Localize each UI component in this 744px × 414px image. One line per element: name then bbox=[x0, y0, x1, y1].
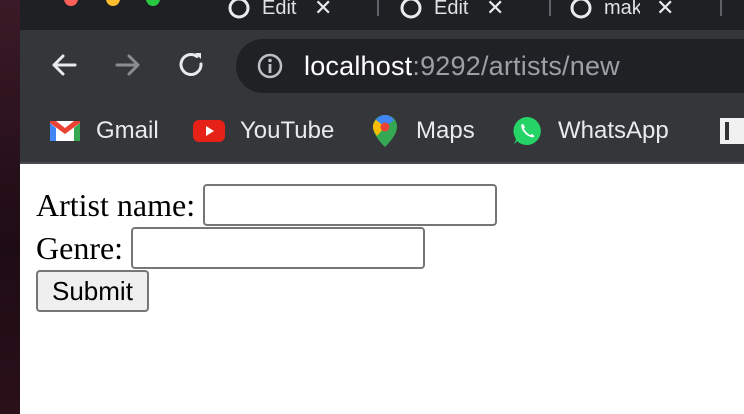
gmail-icon bbox=[48, 114, 82, 148]
maximize-window-button[interactable] bbox=[146, 0, 160, 6]
close-tab-icon[interactable]: ✕ bbox=[486, 0, 504, 19]
genre-label: Genre: bbox=[36, 229, 124, 266]
github-icon bbox=[228, 0, 250, 19]
browser-window: Edit ✕ Edit ✕ make ✕ bbox=[20, 0, 744, 414]
artist-name-row: Artist name: bbox=[36, 184, 498, 226]
tab-separator bbox=[720, 0, 722, 16]
tab-separator bbox=[549, 0, 551, 16]
url-path: :9292/artists/new bbox=[412, 51, 620, 81]
tab-title: make bbox=[604, 0, 640, 19]
close-tab-icon[interactable]: ✕ bbox=[314, 0, 332, 19]
genre-input[interactable] bbox=[131, 227, 426, 269]
github-icon bbox=[570, 0, 592, 19]
back-button[interactable] bbox=[47, 48, 81, 82]
genre-row: Genre: bbox=[36, 227, 426, 269]
bookmark-maps[interactable]: Maps bbox=[368, 114, 475, 148]
tab-title: Edit bbox=[262, 0, 297, 19]
tab-edit-2[interactable]: Edit ✕ bbox=[400, 0, 504, 24]
forward-button[interactable] bbox=[111, 48, 145, 82]
address-bar[interactable]: localhost:9292/artists/new bbox=[236, 39, 744, 93]
bookmark-gmail[interactable]: Gmail bbox=[48, 114, 159, 148]
bookmarks-bar: Gmail YouTube Maps WhatsApp bbox=[20, 100, 744, 164]
arrow-left-icon bbox=[52, 54, 77, 76]
bookmark-label: Maps bbox=[416, 117, 475, 144]
arrow-right-icon bbox=[115, 54, 140, 76]
github-icon bbox=[400, 0, 422, 19]
reload-icon bbox=[179, 53, 203, 76]
bookmark-whatsapp[interactable]: WhatsApp bbox=[510, 114, 669, 148]
maps-icon bbox=[368, 114, 402, 148]
close-window-button[interactable] bbox=[64, 0, 78, 6]
bookmark-partial[interactable] bbox=[716, 114, 744, 148]
submit-button[interactable]: Submit bbox=[36, 270, 149, 312]
bookmark-youtube[interactable]: YouTube bbox=[192, 114, 334, 148]
site-info-icon[interactable] bbox=[256, 52, 284, 80]
artist-name-label: Artist name: bbox=[36, 186, 196, 223]
bookmark-favicon-icon bbox=[716, 114, 744, 148]
reload-button[interactable] bbox=[175, 48, 209, 82]
tab-separator bbox=[377, 0, 379, 16]
youtube-icon bbox=[192, 114, 226, 148]
tab-title: Edit bbox=[434, 0, 469, 19]
bookmark-label: Gmail bbox=[96, 117, 159, 144]
url-host: localhost bbox=[304, 51, 413, 81]
desktop-background bbox=[0, 0, 20, 414]
bookmark-label: WhatsApp bbox=[558, 117, 669, 144]
tab-strip: Edit ✕ Edit ✕ make ✕ bbox=[20, 0, 744, 30]
bookmark-label: YouTube bbox=[240, 117, 335, 144]
page-content: Artist name: Genre: Submit bbox=[20, 166, 744, 414]
tab-make[interactable]: make ✕ bbox=[570, 0, 674, 24]
minimize-window-button[interactable] bbox=[106, 0, 120, 6]
artist-name-input[interactable] bbox=[203, 184, 498, 226]
tab-edit-1[interactable]: Edit ✕ bbox=[228, 0, 332, 24]
browser-toolbar: localhost:9292/artists/new bbox=[20, 30, 744, 100]
url-text[interactable]: localhost:9292/artists/new bbox=[304, 51, 620, 82]
whatsapp-icon bbox=[510, 114, 544, 148]
close-tab-icon[interactable]: ✕ bbox=[656, 0, 674, 19]
